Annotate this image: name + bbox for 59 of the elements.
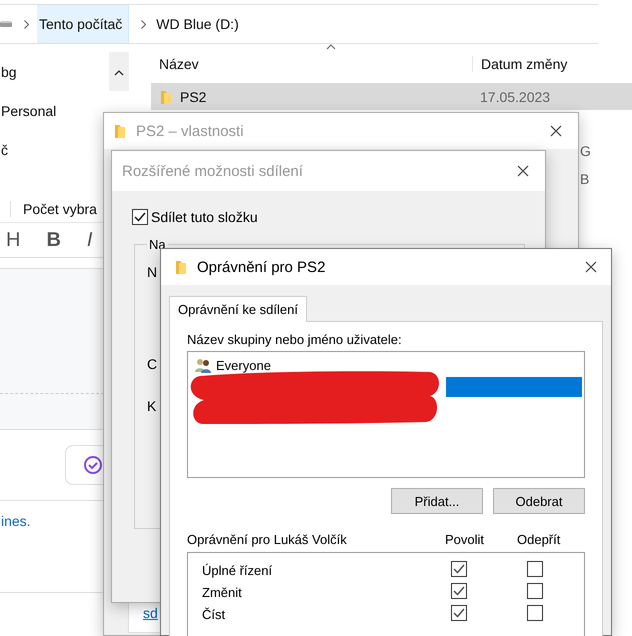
link[interactable]: ines. <box>1 513 31 529</box>
nav-item[interactable]: Personal <box>1 102 56 118</box>
dialog-button[interactable]: Odebrat <box>493 488 585 514</box>
checkbox[interactable] <box>451 582 467 598</box>
check-circle-icon <box>84 456 102 474</box>
table-cell-text: G <box>580 143 592 159</box>
checkbox[interactable] <box>451 560 467 576</box>
format-button[interactable]: H <box>6 228 20 252</box>
nav-item[interactable]: č <box>1 142 8 158</box>
format-button[interactable]: I <box>86 228 92 252</box>
user-list[interactable]: Everyone <box>187 351 585 478</box>
column-header[interactable]: Název <box>151 56 472 72</box>
field-label: C <box>147 356 158 374</box>
column-header[interactable]: Datum změny <box>472 56 592 72</box>
users-icon <box>194 358 212 374</box>
window-title: Rozšířené možnosti sdílení <box>122 162 303 180</box>
chevron-icon <box>141 20 146 28</box>
breadcrumb-item[interactable]: WD Blue (D:) <box>154 5 245 43</box>
checkbox-label: Sdílet tuto složku <box>151 209 258 225</box>
file-name: PS2 <box>180 88 206 104</box>
dialog-button[interactable]: Přidat... <box>391 488 483 514</box>
folder-icon <box>175 259 187 275</box>
checkbox[interactable] <box>527 560 543 576</box>
file-row[interactable]: PS2 17.05.2023 <box>151 83 632 110</box>
format-button[interactable]: B <box>46 228 61 252</box>
list-item[interactable]: Everyone <box>194 356 273 375</box>
tab[interactable]: Oprávnění ke sdílení <box>169 296 307 322</box>
list-item[interactable] <box>446 376 582 396</box>
scroll-up-icon[interactable] <box>114 70 124 76</box>
folder-icon <box>160 88 172 104</box>
column-header: Odepřít <box>517 532 562 549</box>
chevron-icon <box>24 20 29 28</box>
field-label: K <box>147 398 156 416</box>
checkbox[interactable] <box>527 604 543 620</box>
folder-icon <box>114 123 126 139</box>
list-label: Název skupiny nebo jméno uživatele: <box>187 332 403 347</box>
column-header: Povolit <box>445 532 486 549</box>
sort-icon <box>326 44 336 50</box>
table-cell-text: B <box>580 171 590 187</box>
status-text: Počet vybra <box>23 201 97 217</box>
scrollbar[interactable] <box>109 52 129 91</box>
close-icon[interactable] <box>550 125 562 137</box>
field-label: N <box>147 264 158 282</box>
checkbox[interactable] <box>451 604 467 620</box>
close-icon[interactable] <box>517 165 529 177</box>
permission-name: Úplné řízení <box>202 562 274 578</box>
drive-icon <box>0 20 12 28</box>
close-icon[interactable] <box>585 261 597 273</box>
nav-item[interactable]: bg <box>1 64 17 80</box>
breadcrumb-item[interactable]: Tento počítač <box>37 5 130 43</box>
permission-name: Číst <box>202 606 226 622</box>
date-cell-text: 17.05.2023 <box>480 88 552 104</box>
window-title: PS2 – vlastnosti <box>136 122 244 140</box>
checkbox[interactable] <box>527 582 543 598</box>
window-title: Oprávnění pro PS2 <box>197 258 326 276</box>
checkbox[interactable] <box>132 209 148 225</box>
permissions-label: Oprávnění pro Lukáš Volčík <box>187 532 348 549</box>
permission-name: Změnit <box>202 584 243 600</box>
link[interactable]: sd <box>143 605 158 621</box>
